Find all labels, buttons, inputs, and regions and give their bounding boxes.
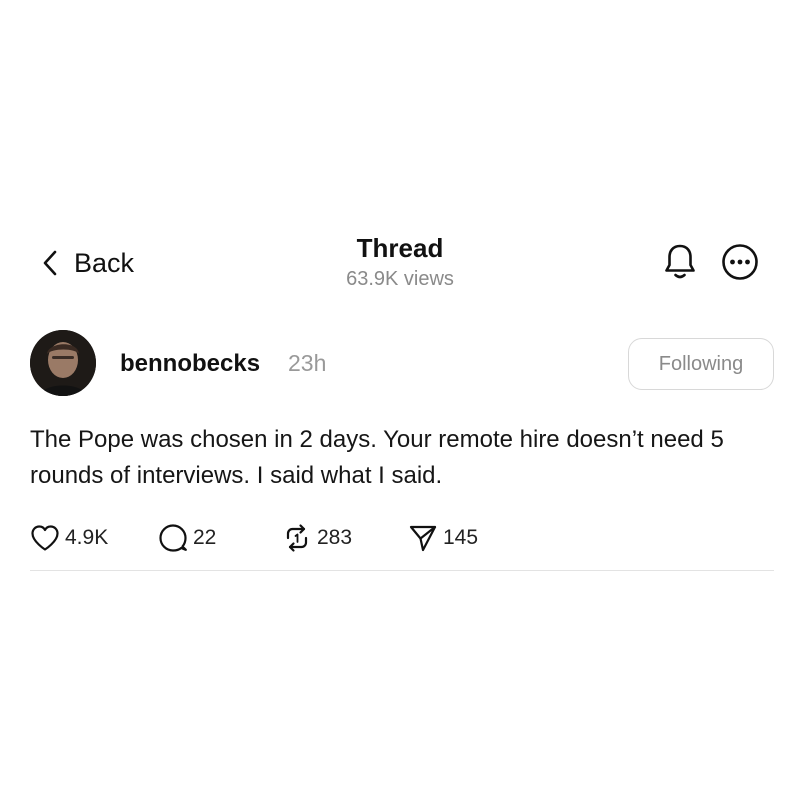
header-title-group: Thread 63.9K views [300,232,500,292]
reply-count: 22 [193,526,217,549]
view-count: 63.9K views [346,268,454,290]
repost-count: 283 [317,526,353,549]
thread-header: Back Thread 63.9K views [0,228,800,298]
comment-icon [158,523,188,553]
like-button[interactable]: 4.9K [30,522,158,554]
repost-icon [282,523,312,553]
like-count: 4.9K [65,526,109,549]
more-options-icon [720,242,760,287]
header-actions [658,242,762,286]
heart-icon [30,523,60,553]
chevron-left-icon [42,250,64,276]
timestamp: 23h [288,350,327,376]
following-button[interactable]: Following [628,338,774,390]
back-label: Back [74,248,135,278]
post-actions: 4.9K 22 283 145 [30,522,774,554]
share-count: 145 [443,526,479,549]
send-icon [408,523,438,553]
post-divider [30,570,774,571]
back-button[interactable]: Back [42,246,134,280]
reply-button[interactable]: 22 [158,522,282,554]
share-button[interactable]: 145 [408,522,518,554]
post-header: bennobecks 23h Following [30,330,774,400]
username[interactable]: bennobecks [120,350,260,378]
page-title: Thread [356,233,444,263]
post-text: The Pope was chosen in 2 days. Your remo… [30,426,724,489]
repost-button[interactable]: 283 [282,522,408,554]
avatar[interactable] [30,330,96,396]
bell-icon [663,242,697,287]
more-options-button[interactable] [718,242,762,286]
thread-post: bennobecks 23h Following The Pope was ch… [30,330,774,554]
notifications-button[interactable] [658,242,702,286]
